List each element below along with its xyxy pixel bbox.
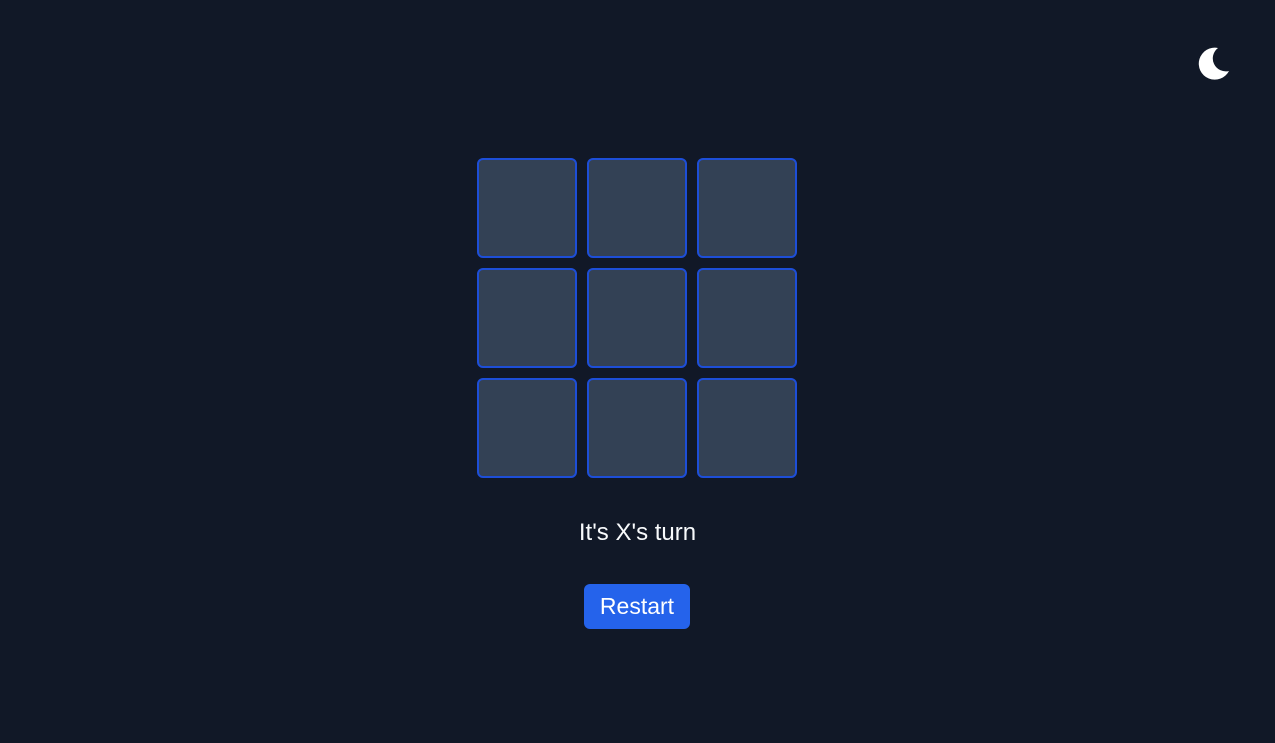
turn-status: It's X's turn — [578, 519, 697, 546]
restart-button[interactable]: Restart — [584, 584, 690, 629]
tic-tac-toe-app: It's X's turn Restart — [0, 0, 1275, 743]
board-cell-6[interactable] — [697, 268, 797, 368]
theme-toggle-button[interactable] — [1194, 42, 1234, 84]
board-cell-2[interactable] — [587, 158, 687, 258]
board-cell-3[interactable] — [697, 158, 797, 258]
board-cell-5[interactable] — [587, 268, 687, 368]
board-cell-1[interactable] — [477, 158, 577, 258]
board-cell-9[interactable] — [697, 378, 797, 478]
board-cell-8[interactable] — [587, 378, 687, 478]
board-cell-4[interactable] — [477, 268, 577, 368]
moon-icon — [1198, 47, 1229, 80]
game-board — [477, 158, 797, 479]
board-cell-7[interactable] — [477, 378, 577, 478]
